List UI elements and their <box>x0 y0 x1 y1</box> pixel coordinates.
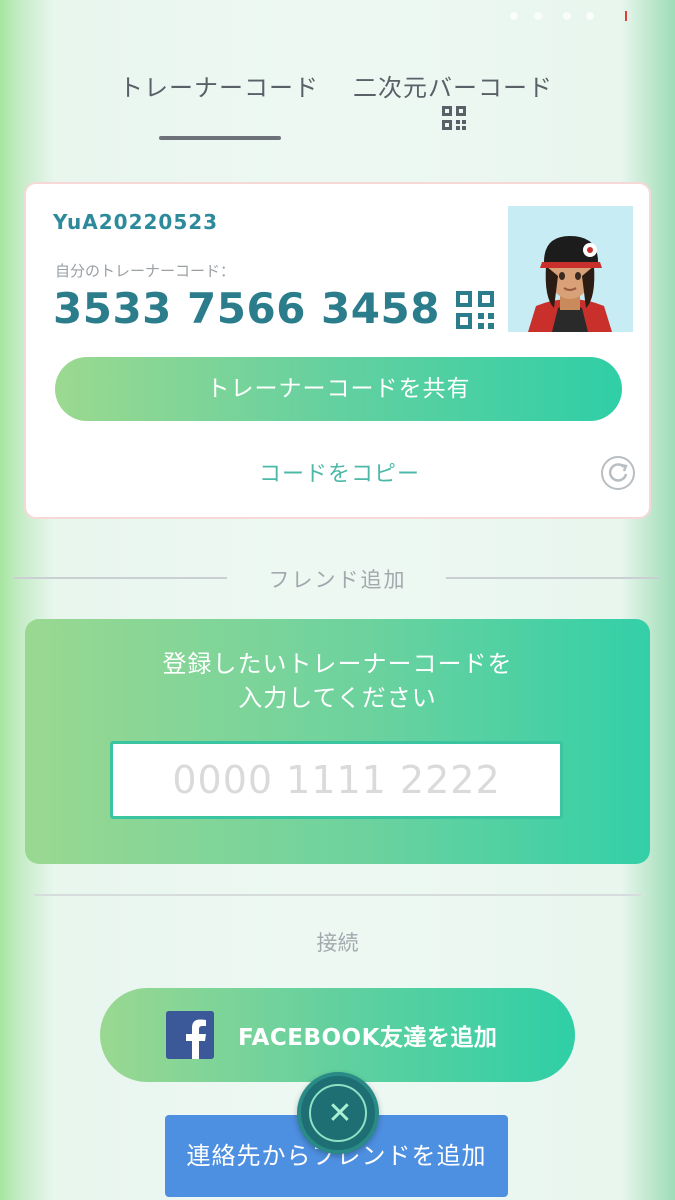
tab-qr-code[interactable]: 二次元バーコード <box>353 68 553 103</box>
trainer-code-card: YuA20220523 自分のトレーナーコード： 3533 7566 3458 … <box>24 182 651 519</box>
battery-indicator <box>625 11 627 21</box>
close-glyph: ✕ <box>327 1096 353 1131</box>
avatar-image <box>508 206 633 332</box>
qr-code-icon[interactable] <box>442 106 466 130</box>
friend-add-divider: フレンド追加 <box>0 560 675 594</box>
friend-add-title: フレンド追加 <box>268 568 407 592</box>
status-icon <box>563 12 571 20</box>
friend-add-panel: 登録したいトレーナーコードを 入力してください <box>25 619 650 864</box>
prompt-line-2: 入力してください <box>238 684 437 712</box>
facebook-icon <box>166 1011 214 1059</box>
facebook-add-button[interactable]: FACEBOOK友達を追加 <box>100 988 575 1082</box>
divider-line <box>446 577 660 579</box>
divider-line <box>34 894 641 896</box>
tab-trainer-code[interactable]: トレーナーコード <box>119 68 319 103</box>
copy-code-link[interactable]: コードをコピー <box>26 456 653 488</box>
trainer-avatar <box>508 206 633 332</box>
share-trainer-code-button[interactable]: トレーナーコードを共有 <box>55 357 622 421</box>
prompt-line-1: 登録したいトレーナーコードを <box>162 650 513 678</box>
facebook-button-label: FACEBOOK友達を追加 <box>238 1025 498 1051</box>
qr-code-icon[interactable] <box>456 291 494 329</box>
trainer-code-value: 3533 7566 3458 <box>53 284 440 333</box>
username: YuA20220523 <box>53 210 219 234</box>
friend-add-prompt: 登録したいトレーナーコードを 入力してください <box>25 647 650 715</box>
close-icon: ✕ <box>309 1084 367 1142</box>
trainer-code-input[interactable] <box>110 741 563 819</box>
close-button[interactable]: ✕ <box>297 1072 379 1154</box>
status-icon <box>510 12 518 20</box>
refresh-icon[interactable] <box>600 455 636 491</box>
active-tab-indicator <box>159 136 281 140</box>
status-bar <box>0 0 675 34</box>
trainer-code-label: 自分のトレーナーコード： <box>55 262 236 280</box>
connect-label: 接続 <box>316 931 359 955</box>
tab-bar: トレーナーコード 二次元バーコード <box>0 60 675 150</box>
status-icon <box>586 12 594 20</box>
status-icon <box>534 12 542 20</box>
